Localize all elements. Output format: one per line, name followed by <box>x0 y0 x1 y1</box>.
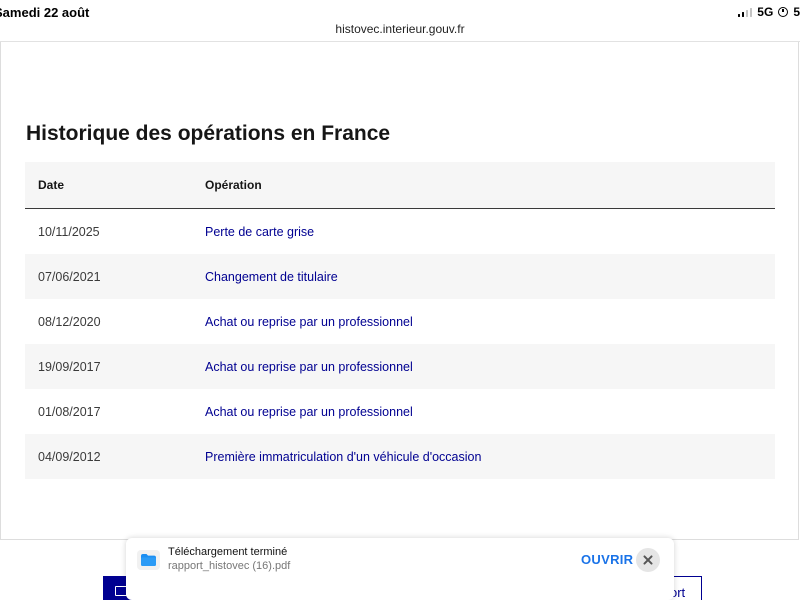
row-date: 01/08/2017 <box>38 404 101 419</box>
address-bar[interactable]: histovec.interieur.gouv.fr <box>0 22 800 42</box>
url-text: histovec.interieur.gouv.fr <box>335 22 465 36</box>
table-row: 07/06/2021 Changement de titulaire <box>25 254 775 299</box>
download-title: Téléchargement terminé <box>168 546 288 558</box>
section-title: Historique des opérations en France <box>26 122 391 145</box>
table-row: 01/08/2017 Achat ou reprise par un profe… <box>25 389 775 434</box>
row-operation: Première immatriculation d'un véhicule d… <box>205 449 482 464</box>
column-header-operation: Opération <box>205 178 262 192</box>
folder-icon <box>137 550 160 570</box>
row-date: 04/09/2012 <box>38 449 101 464</box>
row-operation: Perte de carte grise <box>205 224 315 239</box>
status-bar: Samedi 22 août 5G 5 <box>0 0 800 24</box>
table-body: 10/11/2025 Perte de carte grise 07/06/20… <box>25 209 775 479</box>
download-filename: rapport_histovec (16).pdf <box>168 560 291 572</box>
row-date: 19/09/2017 <box>38 359 101 374</box>
table-row: 04/09/2012 Première immatriculation d'un… <box>25 434 775 479</box>
row-date: 10/11/2025 <box>38 224 100 239</box>
table-header: Date Opération <box>25 162 775 209</box>
row-date: 08/12/2020 <box>38 314 101 329</box>
download-banner: Téléchargement terminé rapport_histovec … <box>126 538 674 600</box>
open-button[interactable]: OUVRIR <box>581 552 633 567</box>
row-operation: Achat ou reprise par un professionnel <box>205 404 413 419</box>
operations-table: Date Opération 10/11/2025 Perte de carte… <box>25 162 775 479</box>
close-icon[interactable] <box>636 548 660 572</box>
cellular-signal-icon <box>737 7 753 17</box>
battery-level: 5 <box>793 5 800 19</box>
table-row: 19/09/2017 Achat ou reprise par un profe… <box>25 344 775 389</box>
status-time: Samedi 22 août <box>0 5 90 20</box>
table-row: 08/12/2020 Achat ou reprise par un profe… <box>25 299 775 344</box>
row-operation: Achat ou reprise par un professionnel <box>205 359 413 374</box>
table-row: 10/11/2025 Perte de carte grise <box>25 209 775 254</box>
network-type: 5G <box>757 5 774 19</box>
column-header-date: Date <box>38 178 65 192</box>
row-operation: Achat ou reprise par un professionnel <box>205 314 413 329</box>
row-operation: Changement de titulaire <box>205 269 338 284</box>
orientation-lock-icon <box>778 7 789 17</box>
row-date: 07/06/2021 <box>38 269 101 284</box>
status-indicators: 5G 5 <box>737 4 800 20</box>
